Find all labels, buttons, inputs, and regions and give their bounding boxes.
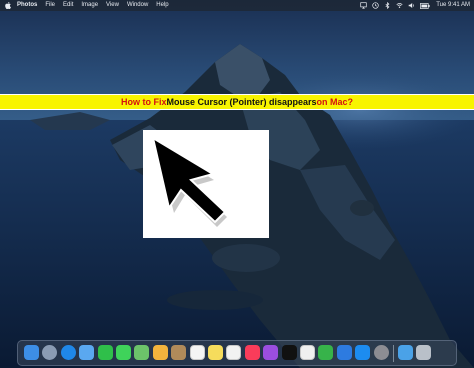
dock-notes-icon[interactable] bbox=[208, 345, 223, 360]
banner-text-topic: Mouse Cursor (Pointer) disappears bbox=[166, 97, 317, 107]
time-machine-icon[interactable] bbox=[372, 2, 379, 9]
dock-trash-icon[interactable] bbox=[416, 345, 432, 360]
dock bbox=[17, 340, 457, 366]
cursor-illustration bbox=[143, 130, 269, 238]
wifi-icon[interactable] bbox=[396, 2, 403, 9]
dock-launchpad-icon[interactable] bbox=[42, 345, 58, 360]
desktop[interactable]: Photos File Edit Image View Window Help bbox=[0, 0, 474, 368]
dock-separator bbox=[393, 345, 394, 362]
dock-contacts-icon[interactable] bbox=[171, 345, 187, 360]
bluetooth-icon[interactable] bbox=[384, 2, 391, 9]
dock-system-preferences-icon[interactable] bbox=[373, 345, 389, 360]
status-area: Tue 9:41 AM bbox=[355, 0, 470, 11]
banner-text-how-to-fix: How to Fix bbox=[120, 97, 167, 107]
volume-icon[interactable] bbox=[408, 2, 415, 9]
dock-numbers-icon[interactable] bbox=[318, 345, 334, 360]
dock-facetime-icon[interactable] bbox=[97, 345, 113, 360]
menu-file[interactable]: File bbox=[45, 0, 55, 11]
dock-calendar-icon[interactable] bbox=[189, 345, 205, 360]
battery-icon[interactable] bbox=[420, 2, 430, 9]
menu-app-name[interactable]: Photos bbox=[17, 0, 37, 11]
menu-clock[interactable]: Tue 9:41 AM bbox=[436, 0, 470, 11]
menu-view[interactable]: View bbox=[106, 0, 119, 11]
airplay-icon[interactable] bbox=[360, 2, 367, 9]
dock-music-icon[interactable] bbox=[244, 345, 260, 360]
title-banner: How to Fix Mouse Cursor (Pointer) disapp… bbox=[0, 94, 474, 110]
dock-safari-icon[interactable] bbox=[60, 345, 76, 360]
menu-image[interactable]: Image bbox=[81, 0, 98, 11]
menu-window[interactable]: Window bbox=[127, 0, 148, 11]
dock-downloads-icon[interactable] bbox=[398, 345, 413, 360]
dock-mail-icon[interactable] bbox=[79, 345, 95, 360]
dock-app-store-icon[interactable] bbox=[355, 345, 371, 360]
dock-tv-icon[interactable] bbox=[281, 345, 297, 360]
apple-menu-icon[interactable] bbox=[5, 0, 11, 11]
banner-text-on-mac: on Mac? bbox=[316, 97, 354, 107]
dock-news-icon[interactable] bbox=[300, 345, 315, 360]
menu-bar: Photos File Edit Image View Window Help bbox=[0, 0, 474, 11]
dock-reminders-icon[interactable] bbox=[226, 345, 242, 360]
dock-podcasts-icon[interactable] bbox=[263, 345, 279, 360]
menu-edit[interactable]: Edit bbox=[63, 0, 73, 11]
mouse-pointer-icon bbox=[151, 135, 227, 227]
dock-photos-icon[interactable] bbox=[152, 345, 168, 360]
dock-maps-icon[interactable] bbox=[134, 345, 150, 360]
dock-finder-icon[interactable] bbox=[24, 345, 39, 360]
menu-help[interactable]: Help bbox=[156, 0, 168, 11]
dock-keynote-icon[interactable] bbox=[336, 345, 352, 360]
dock-messages-icon[interactable] bbox=[116, 345, 131, 360]
